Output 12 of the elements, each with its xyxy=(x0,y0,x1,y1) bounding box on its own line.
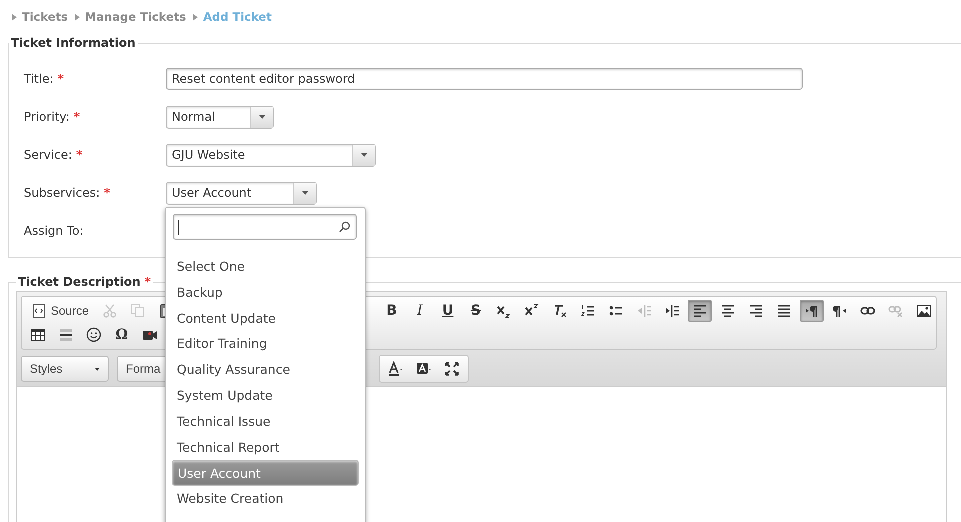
section-legend: Ticket Information xyxy=(9,36,138,50)
required-mark: * xyxy=(104,186,110,200)
field-label: Priority: xyxy=(24,110,70,124)
field-label: Subservices: xyxy=(24,186,100,200)
required-mark: * xyxy=(76,148,83,162)
field-label: Assign To: xyxy=(24,224,84,238)
required-mark: * xyxy=(58,72,64,86)
section-legend: Ticket Description xyxy=(18,275,141,289)
required-mark: * xyxy=(74,110,80,124)
field-label: Service: xyxy=(24,148,72,162)
field-label: Title: xyxy=(24,72,54,86)
required-mark: * xyxy=(144,275,152,289)
